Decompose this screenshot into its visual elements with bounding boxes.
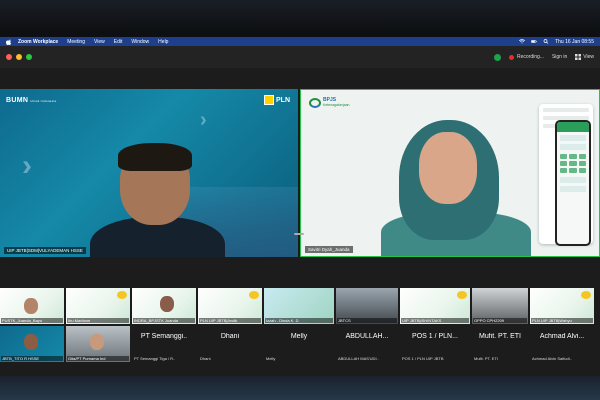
menu-app-name[interactable]: Zoom Workplace [18,39,58,45]
photo-bottom-edge [0,376,600,400]
grid-view-icon [575,54,582,60]
menu-view[interactable]: View [94,39,105,45]
menu-edit[interactable]: Edit [114,39,123,45]
phone-mockup [555,120,591,246]
menu-bar: Zoom Workplace Meeting View Edit Window … [0,37,600,46]
record-icon [508,54,514,60]
participant-thumbnail[interactable]: Gita/PT Purnama Ind [66,326,130,362]
gallery-resize-handle[interactable] [294,233,304,235]
recording-indicator[interactable]: Recording... [508,54,544,60]
participant-name-tile[interactable]: PT Semanggi.. PT Semanggi Tiga / R.. [132,326,196,362]
participant-video-active-speaker[interactable]: BPJS Ketenagakerjaan Savitri Dyah_Juanda [300,89,600,257]
menu-meeting[interactable]: Meeting [67,39,85,45]
participant-video-left[interactable]: BUMN Untuk Indonesia › › PLN UIP JBTB|SDM… [0,89,298,257]
participant-name-tile[interactable]: POS 1 / PLN... POS 1 / PLN UIP JBTB [400,326,470,362]
participant-thumbnail[interactable]: Ibu Martiane [66,288,130,324]
participant-thumbnail[interactable]: OPPO CPH2209 [472,288,528,324]
participant-thumbnail[interactable]: PUSTK_Juanda_Bayu [0,288,64,324]
participant-thumbnail[interactable]: UIP JBTB|ISHINTAKS [400,288,470,324]
participant-name-tile[interactable]: Dhani Dhani [198,326,262,362]
close-window-button[interactable] [6,54,12,60]
participant-thumbnail[interactable]: JBTCS [336,288,398,324]
bpjs-logo: BPJS Ketenagakerjaan [309,98,349,108]
participant-name-tile[interactable]: ABDULLAH... ABDULLAH MAS'UDI.. [336,326,398,362]
participant-thumbnail[interactable]: INDRA_BPJSTK Juanda [132,288,196,324]
view-button[interactable]: View [575,54,594,60]
menu-help[interactable]: Help [158,39,168,45]
participant-name-tile[interactable]: Achmad Alvi... Achmad Alvin Saifudi.. [530,326,594,362]
participant-thumbnail[interactable]: PLN UIP JBTB|Wahyu [530,288,594,324]
bumn-logo: BUMN Untuk Indonesia [6,97,57,104]
participant-thumbnail[interactable]: JBTB_TITO R HSSE [0,326,64,362]
status-area: Thu 16 Jan 08:55 [519,39,594,45]
participant-thumbnail[interactable]: Izzah - Dinda K. D [264,288,334,324]
gallery-strip: PUSTK_Juanda_Bayu Ibu Martiane INDRA_BPJ… [0,240,600,362]
participant-hair [118,143,192,171]
participant-name-tile[interactable]: Mufit. PT. ETI Mufit. PT. ETI [472,326,528,362]
chevron-right-icon: › [200,109,207,131]
apple-icon[interactable] [6,38,11,45]
minimize-window-button[interactable] [16,54,22,60]
pln-logo: PLN [264,95,290,105]
participant-thumbnail[interactable]: PLN UIP JBTB|Andik [198,288,262,324]
shield-icon[interactable] [493,53,501,61]
title-bar: Recording... Sign in View [0,46,600,68]
participant-name-tile[interactable]: Melly Melly [264,326,334,362]
participant-face [419,132,477,204]
search-icon[interactable] [543,39,549,44]
fullscreen-window-button[interactable] [26,54,32,60]
chevron-right-icon: › [22,149,32,182]
wifi-icon[interactable] [519,39,526,44]
menu-window[interactable]: Window [131,39,149,45]
sign-in-button[interactable]: Sign in [552,54,567,60]
view-label: View [583,54,594,60]
menu-clock[interactable]: Thu 16 Jan 08:55 [555,39,594,45]
battery-icon[interactable] [531,39,537,44]
recording-label: Recording... [516,54,544,60]
